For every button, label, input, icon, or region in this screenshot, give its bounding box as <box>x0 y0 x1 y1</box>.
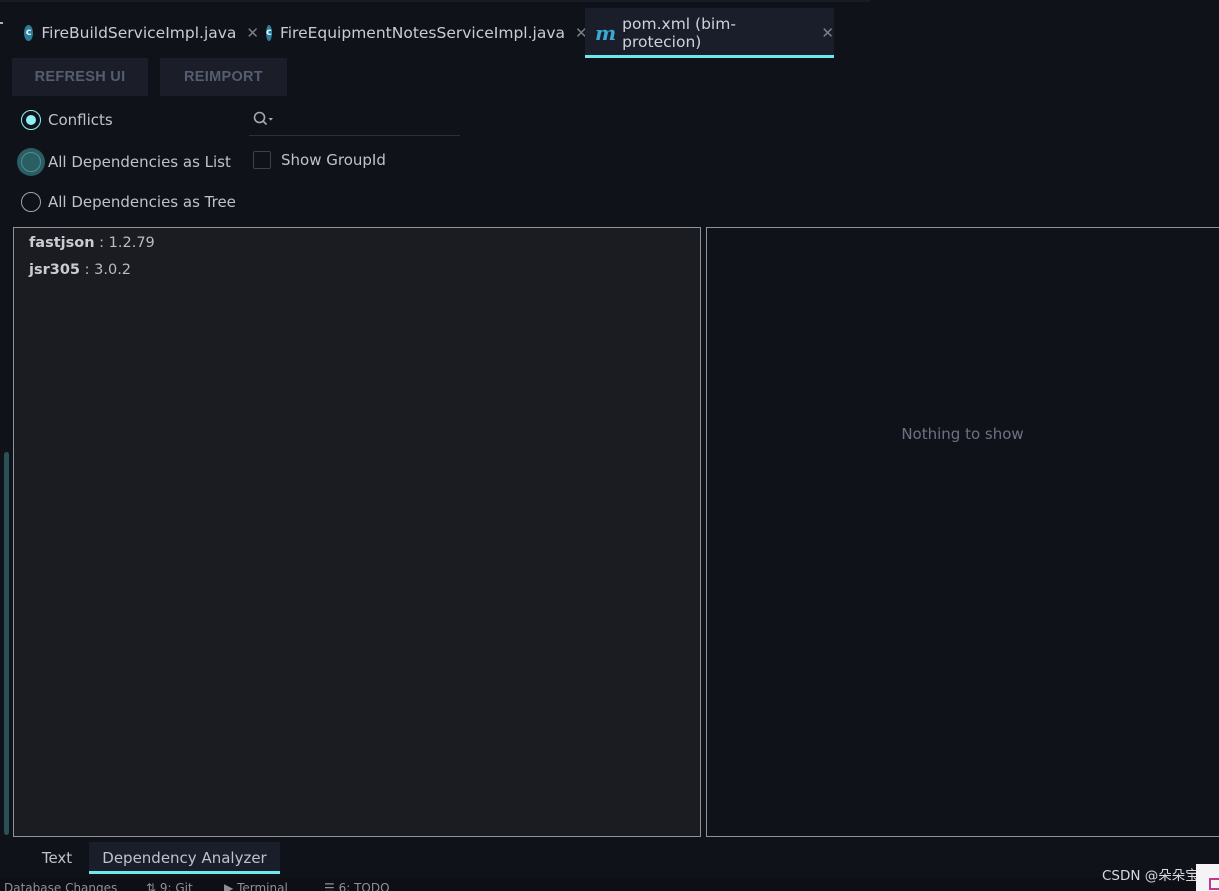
reimport-button[interactable]: REIMPORT <box>160 58 287 96</box>
all-dependencies-tree-label: All Dependencies as Tree <box>48 193 236 211</box>
conflicts-label: Conflicts <box>48 111 113 129</box>
git-tool-label: 9: Git <box>159 881 193 891</box>
list-item[interactable]: jsr305 : 3.0.2 <box>14 256 700 283</box>
tab-dependency-analyzer[interactable]: Dependency Analyzer <box>89 842 280 874</box>
all-dependencies-tree-option[interactable]: All Dependencies as Tree <box>21 192 236 212</box>
show-group-id-checkbox[interactable] <box>253 151 271 169</box>
tab-label: FireEquipmentNotesServiceImpl.java <box>279 24 566 42</box>
git-tool[interactable]: ⇅ 9: Git <box>146 881 193 891</box>
conflicts-option[interactable]: Conflicts <box>21 110 113 130</box>
corner-widget <box>1196 864 1219 891</box>
watermark: CSDN @朵朵宝 <box>1102 868 1199 884</box>
close-icon[interactable]: ✕ <box>821 24 834 42</box>
all-dependencies-list-label: All Dependencies as List <box>48 153 231 171</box>
scroll-indicator[interactable] <box>4 452 9 835</box>
terminal-tool-label: Terminal <box>237 881 288 891</box>
database-changes-tool[interactable]: Database Changes <box>4 881 117 891</box>
todo-tool[interactable]: ☰ 6: TODO <box>324 881 390 891</box>
show-group-id-label: Show GroupId <box>281 151 386 169</box>
maven-icon: m <box>595 21 617 45</box>
search-input[interactable] <box>281 111 451 127</box>
all-dependencies-list-radio[interactable] <box>17 148 45 176</box>
tab-bar-edge <box>0 0 870 2</box>
dependency-version: 3.0.2 <box>94 261 132 278</box>
tab-text[interactable]: Text <box>26 842 88 874</box>
todo-tool-label: 6: TODO <box>338 881 390 891</box>
dependency-search[interactable] <box>249 103 460 136</box>
list-icon: ☰ <box>324 881 335 891</box>
window-edge-tick <box>0 22 3 24</box>
dependency-details-panel: Nothing to show <box>706 227 1219 837</box>
git-icon: ⇅ <box>146 881 157 891</box>
dependency-separator: : <box>80 261 95 278</box>
dependency-name: jsr305 <box>29 261 81 278</box>
ide-window: c FireBuildServiceImpl.java ✕ c FireEqui… <box>0 0 1219 891</box>
search-icon[interactable] <box>253 111 275 127</box>
tab-fire-build-service[interactable]: c FireBuildServiceImpl.java ✕ <box>14 8 259 58</box>
tab-label: pom.xml (bim-protecion) <box>622 15 736 51</box>
dependency-separator: : <box>94 234 109 251</box>
tab-pom-xml[interactable]: m pom.xml (bim-protecion) ✕ <box>585 8 834 58</box>
java-class-icon: c <box>24 25 34 41</box>
terminal-tool[interactable]: ▶ Terminal <box>224 881 288 891</box>
dependency-list: fastjson : 1.2.79 jsr305 : 3.0.2 <box>14 228 700 283</box>
conflicts-radio[interactable] <box>21 110 41 130</box>
all-dependencies-list-option[interactable]: All Dependencies as List <box>17 148 231 176</box>
list-item[interactable]: fastjson : 1.2.79 <box>14 229 700 256</box>
dependency-name: fastjson <box>29 234 95 251</box>
tab-label: FireBuildServiceImpl.java <box>41 24 237 42</box>
dependency-version: 1.2.79 <box>108 234 155 251</box>
tool-window-bar: Database Changes ⇅ 9: Git ▶ Terminal ☰ 6… <box>0 878 1219 891</box>
all-dependencies-tree-radio[interactable] <box>21 192 41 212</box>
empty-state-text: Nothing to show <box>901 425 1024 443</box>
dependency-list-panel: fastjson : 1.2.79 jsr305 : 3.0.2 <box>13 227 701 837</box>
editor-tab-bar: c FireBuildServiceImpl.java ✕ c FireEqui… <box>0 0 1219 58</box>
refresh-ui-button[interactable]: REFRESH UI <box>12 58 148 96</box>
tab-fire-equipment-notes-service[interactable]: c FireEquipmentNotesServiceImpl.java ✕ <box>257 8 588 58</box>
terminal-icon: ▶ <box>224 881 234 891</box>
java-class-icon: c <box>266 25 272 41</box>
show-group-id-option[interactable]: Show GroupId <box>253 151 386 169</box>
